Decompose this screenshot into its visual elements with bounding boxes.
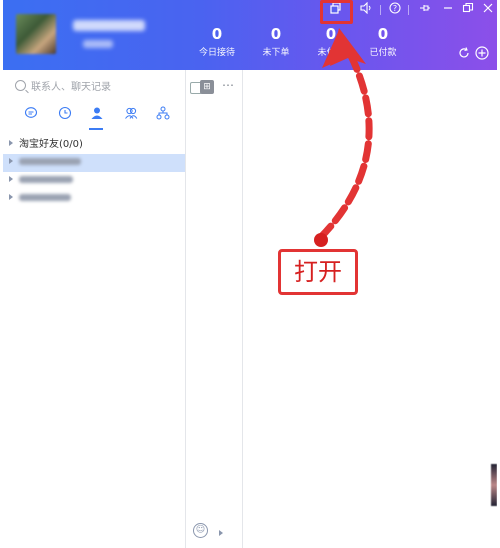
annotation-arrow bbox=[316, 28, 373, 242]
annotation-label: 打开 bbox=[278, 249, 358, 295]
callout-dot bbox=[314, 233, 328, 247]
